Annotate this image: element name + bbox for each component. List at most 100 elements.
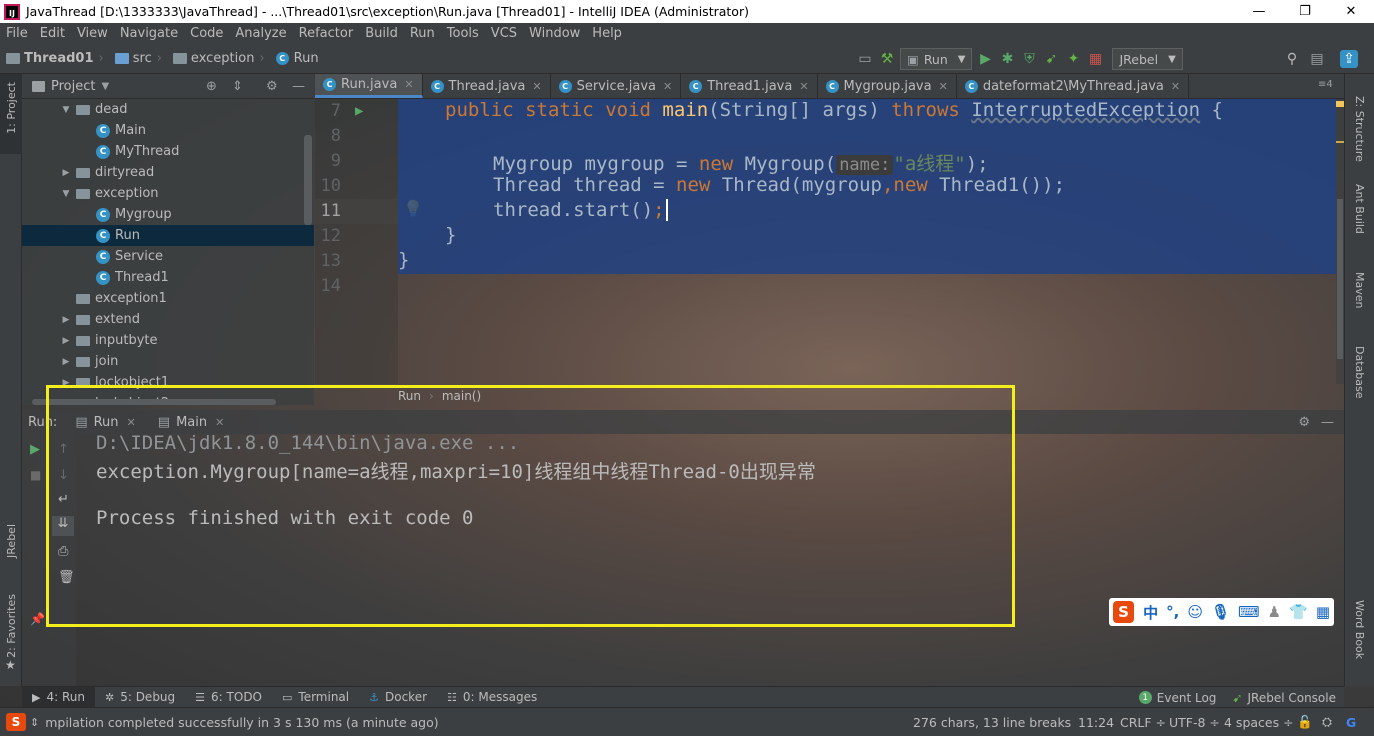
menu-help[interactable]: Help xyxy=(586,26,628,41)
user-icon[interactable]: ♟ xyxy=(1268,603,1281,621)
chevron-down-icon[interactable]: ▼ xyxy=(101,81,109,92)
breadcrumb-file[interactable]: C Run xyxy=(275,51,319,66)
menu-refactor[interactable]: Refactor xyxy=(293,26,360,41)
pin-icon[interactable]: 📌 xyxy=(30,612,45,626)
gear-icon[interactable]: ⚙ xyxy=(266,79,278,94)
close-button[interactable]: ✕ xyxy=(1328,0,1374,23)
project-structure-icon[interactable]: ▤ xyxy=(1308,50,1326,68)
menu-window[interactable]: Window xyxy=(523,26,586,41)
collapse-icon[interactable]: ⇕ xyxy=(232,79,243,94)
stop-icon[interactable]: ■ xyxy=(30,468,41,482)
tree-item-extend[interactable]: ▶ extend xyxy=(22,309,314,330)
status-indent[interactable]: 4 spaces ÷ xyxy=(1224,715,1294,730)
editor-scrollbar[interactable] xyxy=(1336,99,1344,384)
menu-code[interactable]: Code xyxy=(184,26,229,41)
sogou-logo-icon[interactable]: S xyxy=(1113,601,1135,623)
close-icon[interactable]: ✕ xyxy=(663,80,672,93)
stop-icon[interactable]: ▦ xyxy=(1086,50,1104,68)
status-line-separator[interactable]: CRLF ÷ xyxy=(1120,715,1166,730)
menu-edit[interactable]: Edit xyxy=(34,26,71,41)
ime-toolbar[interactable]: S 中 °, ☺ 🎙 ⌨ ♟ 👕 ▦ xyxy=(1109,598,1334,626)
inspector-icon[interactable]: ⛭ xyxy=(1322,714,1332,730)
jrebel-console-tab[interactable]: ➹ JRebel Console xyxy=(1232,691,1336,705)
menu-tools[interactable]: Tools xyxy=(441,26,485,41)
coverage-icon[interactable]: ⛨ xyxy=(1020,50,1038,68)
favorites-stripe-label[interactable]: 2: Favorites xyxy=(5,594,18,658)
close-icon[interactable]: ✕ xyxy=(1171,80,1180,93)
emoji-icon[interactable]: ☺ xyxy=(1187,603,1203,621)
close-icon[interactable]: ✕ xyxy=(532,80,541,93)
project-panel-title[interactable]: Project xyxy=(51,79,95,94)
menu-analyze[interactable]: Analyze xyxy=(229,26,292,41)
editor-tab-service-java[interactable]: C Service.java ✕ xyxy=(551,74,682,98)
breadcrumb-src[interactable]: src › xyxy=(114,51,167,66)
gear-icon[interactable]: ⚙ xyxy=(1298,415,1310,430)
run-gutter-icon[interactable]: ▶ xyxy=(355,103,363,119)
update-icon[interactable]: ⇪ xyxy=(1340,50,1358,68)
database-stripe-label[interactable]: Database xyxy=(1353,346,1366,399)
run-config-select[interactable]: ▣ Run ▼ xyxy=(900,48,973,70)
expanded-arrow-icon[interactable]: ▼ xyxy=(60,105,72,115)
jrebel-stripe-label[interactable]: JRebel xyxy=(5,524,18,558)
collapsed-arrow-icon[interactable]: ▶ xyxy=(60,357,72,367)
search-icon[interactable]: ⚲ xyxy=(1283,50,1301,68)
status-encoding[interactable]: UTF-8 ÷ xyxy=(1169,715,1220,730)
editor-tab-mygroup-java[interactable]: C Mygroup.java ✕ xyxy=(818,74,957,98)
code-editor[interactable]: public static void main(String[] args) t… xyxy=(398,99,1336,384)
maximize-button[interactable]: ❐ xyxy=(1282,0,1328,23)
editor-tab-run-java[interactable]: C Run.java ✕ xyxy=(315,74,423,98)
close-icon[interactable]: ✕ xyxy=(799,80,808,93)
skin-shirt-icon[interactable]: 👕 xyxy=(1289,603,1308,621)
jrebel-run-icon[interactable]: ➹ xyxy=(1042,50,1060,68)
breadcrumb-project[interactable]: Thread01 › xyxy=(6,51,109,66)
tool-tab-docker[interactable]: ⚓ Docker xyxy=(359,690,437,704)
close-icon[interactable]: ✕ xyxy=(404,78,413,91)
menu-navigate[interactable]: Navigate xyxy=(114,26,184,41)
locate-icon[interactable]: ⊕ xyxy=(206,79,217,94)
menu-view[interactable]: View xyxy=(71,26,114,41)
tree-item-thread1[interactable]: C Thread1 xyxy=(22,267,314,288)
warning-marker[interactable] xyxy=(1336,101,1344,107)
menu-file[interactable]: File xyxy=(0,26,34,41)
hide-icon[interactable]: — xyxy=(292,79,305,94)
tree-item-run[interactable]: C Run xyxy=(22,225,314,246)
collapsed-arrow-icon[interactable]: ▶ xyxy=(60,336,72,346)
close-icon[interactable]: ✕ xyxy=(939,80,948,93)
breadcrumb-package[interactable]: exception › xyxy=(172,51,270,66)
wordbook-stripe-label[interactable]: Word Book xyxy=(1353,600,1366,659)
tree-item-exception[interactable]: ▼ exception xyxy=(22,183,314,204)
editor-tab-dateformat2-mythread-java[interactable]: Cdateformat2\MyThread.java ✕ xyxy=(957,74,1190,98)
scroll-thumb[interactable] xyxy=(1337,199,1343,359)
minimize-button[interactable]: — xyxy=(1236,0,1282,23)
google-icon[interactable]: G xyxy=(1346,715,1356,730)
maven-stripe-label[interactable]: Maven xyxy=(1353,272,1366,308)
menu-run[interactable]: Run xyxy=(404,26,441,41)
layout-icon[interactable]: ▭ xyxy=(856,50,874,68)
tool-tab-terminal[interactable]: ▭ Terminal xyxy=(272,690,359,704)
warning-marker[interactable] xyxy=(1336,141,1344,143)
project-stripe-button[interactable]: 1: Project xyxy=(0,74,22,154)
tool-tab-todo[interactable]: ☰ 6: TODO xyxy=(185,690,272,704)
ime-arrows-icon[interactable]: ⇕ xyxy=(30,716,39,729)
tree-item-dirtyread[interactable]: ▶ dirtyread xyxy=(22,162,314,183)
tree-item-main[interactable]: C Main xyxy=(22,120,314,141)
tree-item-inputbyte[interactable]: ▶ inputbyte xyxy=(22,330,314,351)
status-caret-position[interactable]: 11:24 xyxy=(1078,715,1114,730)
tree-item-dead[interactable]: ▼ dead xyxy=(22,99,314,120)
tree-item-exception1[interactable]: exception1 xyxy=(22,288,314,309)
sogou-status-icon[interactable]: S xyxy=(6,713,26,731)
tree-item-join[interactable]: ▶ join xyxy=(22,351,314,372)
ime-punctuation-toggle[interactable]: °, xyxy=(1166,603,1179,621)
menu-vcs[interactable]: VCS xyxy=(485,26,523,41)
run-icon[interactable]: ▶ xyxy=(976,50,994,68)
keyboard-icon[interactable]: ⌨ xyxy=(1238,603,1260,621)
hide-icon[interactable]: — xyxy=(1321,415,1334,430)
tool-tab-messages[interactable]: ☷ 0: Messages xyxy=(437,690,547,704)
toolbox-grid-icon[interactable]: ▦ xyxy=(1316,603,1330,621)
tool-tab-debug[interactable]: ✲ 5: Debug xyxy=(95,690,185,704)
tool-tab-run[interactable]: ▶ 4: Run xyxy=(22,686,95,708)
jrebel-debug-icon[interactable]: ✦ xyxy=(1064,50,1082,68)
ime-language-toggle[interactable]: 中 xyxy=(1143,602,1158,623)
tab-overflow-indicator[interactable]: ≡4 xyxy=(1318,79,1333,90)
collapsed-arrow-icon[interactable]: ▶ xyxy=(60,168,72,178)
